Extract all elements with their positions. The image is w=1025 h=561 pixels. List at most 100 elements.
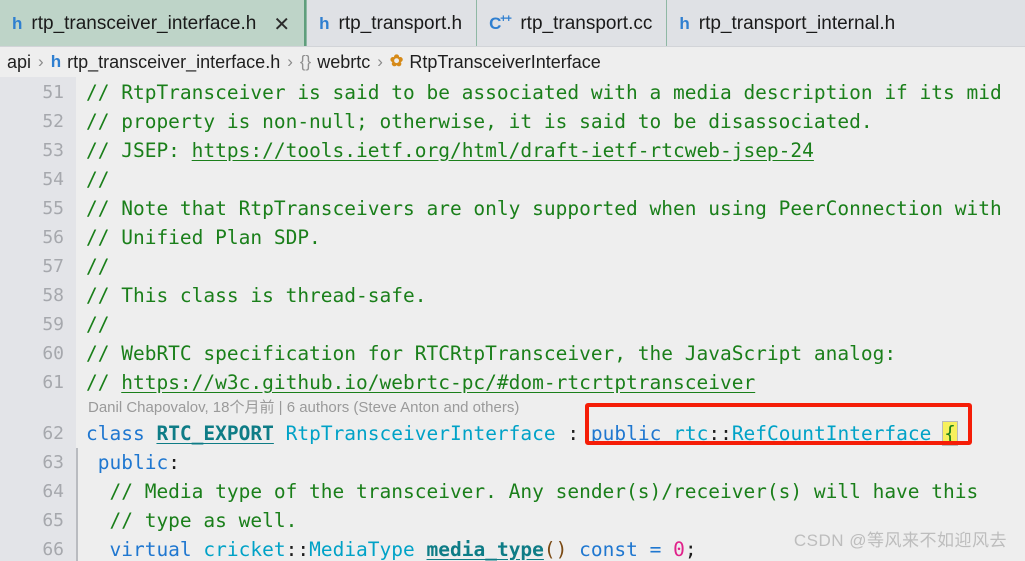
- colon: :: [168, 451, 180, 474]
- code-fold-guide: [76, 506, 78, 535]
- tab-rtp-transceiver-interface-h[interactable]: h rtp_transceiver_interface.h ✕: [0, 0, 307, 47]
- scope-operator: ::: [285, 538, 310, 561]
- line-number: 60: [42, 343, 64, 364]
- line-number: 52: [42, 111, 64, 132]
- line-number: 62: [42, 423, 64, 444]
- breadcrumb-separator-icon: ›: [377, 52, 383, 71]
- numeric-literal-zero: 0: [673, 538, 685, 561]
- breadcrumb-item-file[interactable]: h rtp_transceiver_interface.h: [51, 52, 281, 73]
- comment-text: // RtpTransceiver is said to be associat…: [86, 81, 1002, 104]
- parentheses: (): [543, 538, 568, 561]
- comment-text: // property is non-null; otherwise, it i…: [86, 110, 873, 133]
- line-number: 56: [42, 227, 64, 248]
- line-number: 66: [42, 539, 64, 560]
- h-header-file-icon: h: [679, 14, 690, 33]
- line-number: 64: [42, 481, 64, 502]
- code-line-60: // WebRTC specification for RTCRtpTransc…: [76, 339, 1025, 368]
- line-number: 54: [42, 169, 64, 190]
- editor-tab-bar: h rtp_transceiver_interface.h ✕ h rtp_tr…: [0, 0, 1025, 47]
- type-mediatype: MediaType: [309, 538, 415, 561]
- blame-gutter-spacer: [0, 397, 76, 419]
- breadcrumb-label: api: [7, 51, 32, 72]
- breadcrumb-separator-icon: ›: [287, 52, 293, 71]
- line-number: 58: [42, 285, 64, 306]
- namespace-rtc: rtc: [673, 422, 709, 445]
- tab-label: rtp_transport.cc: [520, 12, 653, 34]
- code-line-52: // property is non-null; otherwise, it i…: [76, 107, 1025, 136]
- comment-text: // Media type of the transceiver. Any se…: [86, 480, 979, 503]
- breadcrumb-item-class[interactable]: ✿ RtpTransceiverInterface: [390, 52, 601, 73]
- namespace-icon: {}: [299, 52, 312, 71]
- code-line-53: // JSEP: https://tools.ietf.org/html/dra…: [76, 136, 1025, 165]
- code-line-57: //: [76, 252, 1025, 281]
- comment-text: // Unified Plan SDP.: [86, 226, 321, 249]
- git-blame-annotation[interactable]: Danil Chapovalov, 18个月前 | 6 authors (Ste…: [76, 397, 1025, 419]
- class-name: RtpTransceiverInterface: [285, 422, 556, 445]
- code-line-56: // Unified Plan SDP.: [76, 223, 1025, 252]
- line-number: 63: [42, 452, 64, 473]
- h-header-file-icon: h: [12, 14, 23, 33]
- comment-text: //: [86, 313, 110, 336]
- h-header-file-icon: h: [50, 52, 62, 71]
- code-line-54: //: [76, 165, 1025, 194]
- line-number: 51: [42, 82, 64, 103]
- line-number: 55: [42, 198, 64, 219]
- line-number: 57: [42, 256, 64, 277]
- tab-rtp-transport-internal-h[interactable]: h rtp_transport_internal.h: [666, 0, 910, 47]
- assignment-operator: =: [649, 538, 662, 561]
- code-line-55: // Note that RtpTransceivers are only su…: [76, 194, 1025, 223]
- close-icon[interactable]: ✕: [273, 14, 290, 34]
- inheritance-colon: :: [567, 422, 580, 445]
- keyword-public: public: [590, 422, 662, 445]
- line-number: 61: [42, 372, 64, 393]
- macro-rtc-export: RTC_EXPORT: [156, 422, 274, 445]
- h-header-file-icon: h: [319, 14, 330, 33]
- tab-label: rtp_transport_internal.h: [698, 12, 896, 34]
- code-fold-guide: [76, 535, 78, 561]
- comment-text: // This class is thread-safe.: [86, 284, 427, 307]
- breadcrumb-item-namespace[interactable]: {} webrtc: [300, 52, 370, 73]
- breadcrumb-label: rtp_transceiver_interface.h: [67, 51, 281, 72]
- class-icon: ✿: [389, 53, 404, 70]
- method-media-type: media_type: [426, 538, 544, 561]
- comment-text: //: [86, 371, 122, 394]
- comment-text: // Note that RtpTransceivers are only su…: [86, 197, 1002, 220]
- tab-label: rtp_transceiver_interface.h: [31, 12, 257, 34]
- line-number: 53: [42, 140, 64, 161]
- tab-rtp-transport-h[interactable]: h rtp_transport.h: [306, 0, 477, 47]
- code-line-64: // Media type of the transceiver. Any se…: [76, 477, 1025, 506]
- matching-brace-highlight: {: [942, 421, 958, 446]
- keyword-const: const: [579, 538, 638, 561]
- code-fold-guide: [76, 448, 78, 477]
- keyword-class: class: [86, 422, 145, 445]
- code-editor-window: h rtp_transceiver_interface.h ✕ h rtp_tr…: [0, 0, 1025, 561]
- breadcrumb-label: webrtc: [317, 51, 371, 72]
- code-line-51: // RtpTransceiver is said to be associat…: [76, 78, 1025, 107]
- keyword-public: public: [97, 451, 169, 474]
- code-line-62: class RTC_EXPORT RtpTransceiverInterface…: [76, 419, 1025, 448]
- hyperlink-w3c-spec[interactable]: https://w3c.github.io/webrtc-pc/#dom-rtc…: [121, 371, 755, 394]
- breadcrumb-label: RtpTransceiverInterface: [409, 51, 601, 72]
- hyperlink-jsep[interactable]: https://tools.ietf.org/html/draft-ietf-r…: [192, 139, 814, 162]
- line-number: 59: [42, 314, 64, 335]
- comment-text: //: [86, 168, 110, 191]
- line-number: 65: [42, 510, 64, 531]
- keyword-virtual: virtual: [109, 538, 192, 561]
- breadcrumb-item-api[interactable]: api: [7, 52, 31, 73]
- comment-text: // JSEP:: [86, 139, 192, 162]
- tab-rtp-transport-cc[interactable]: C ++ rtp_transport.cc: [476, 0, 667, 47]
- code-fold-guide: [76, 477, 78, 506]
- watermark: CSDN @等风来不如迎风去: [793, 531, 1007, 550]
- semicolon: ;: [684, 538, 697, 561]
- code-line-61: // https://w3c.github.io/webrtc-pc/#dom-…: [76, 368, 1025, 397]
- cpp-source-file-icon: C ++: [489, 13, 512, 33]
- comment-text: // WebRTC specification for RTCRtpTransc…: [86, 342, 897, 365]
- code-line-63: public:: [76, 448, 1025, 477]
- base-class-refcountinterface: RefCountInterface: [731, 422, 932, 445]
- code-line-59: //: [76, 310, 1025, 339]
- tab-label: rtp_transport.h: [338, 12, 463, 34]
- code-content[interactable]: // RtpTransceiver is said to be associat…: [76, 77, 1025, 561]
- namespace-cricket: cricket: [203, 538, 286, 561]
- breadcrumb: api › h rtp_transceiver_interface.h › {}…: [0, 47, 1025, 77]
- code-editor[interactable]: 51 52 53 54 55 56 57 58 59 60 61 62 63 6…: [0, 77, 1025, 561]
